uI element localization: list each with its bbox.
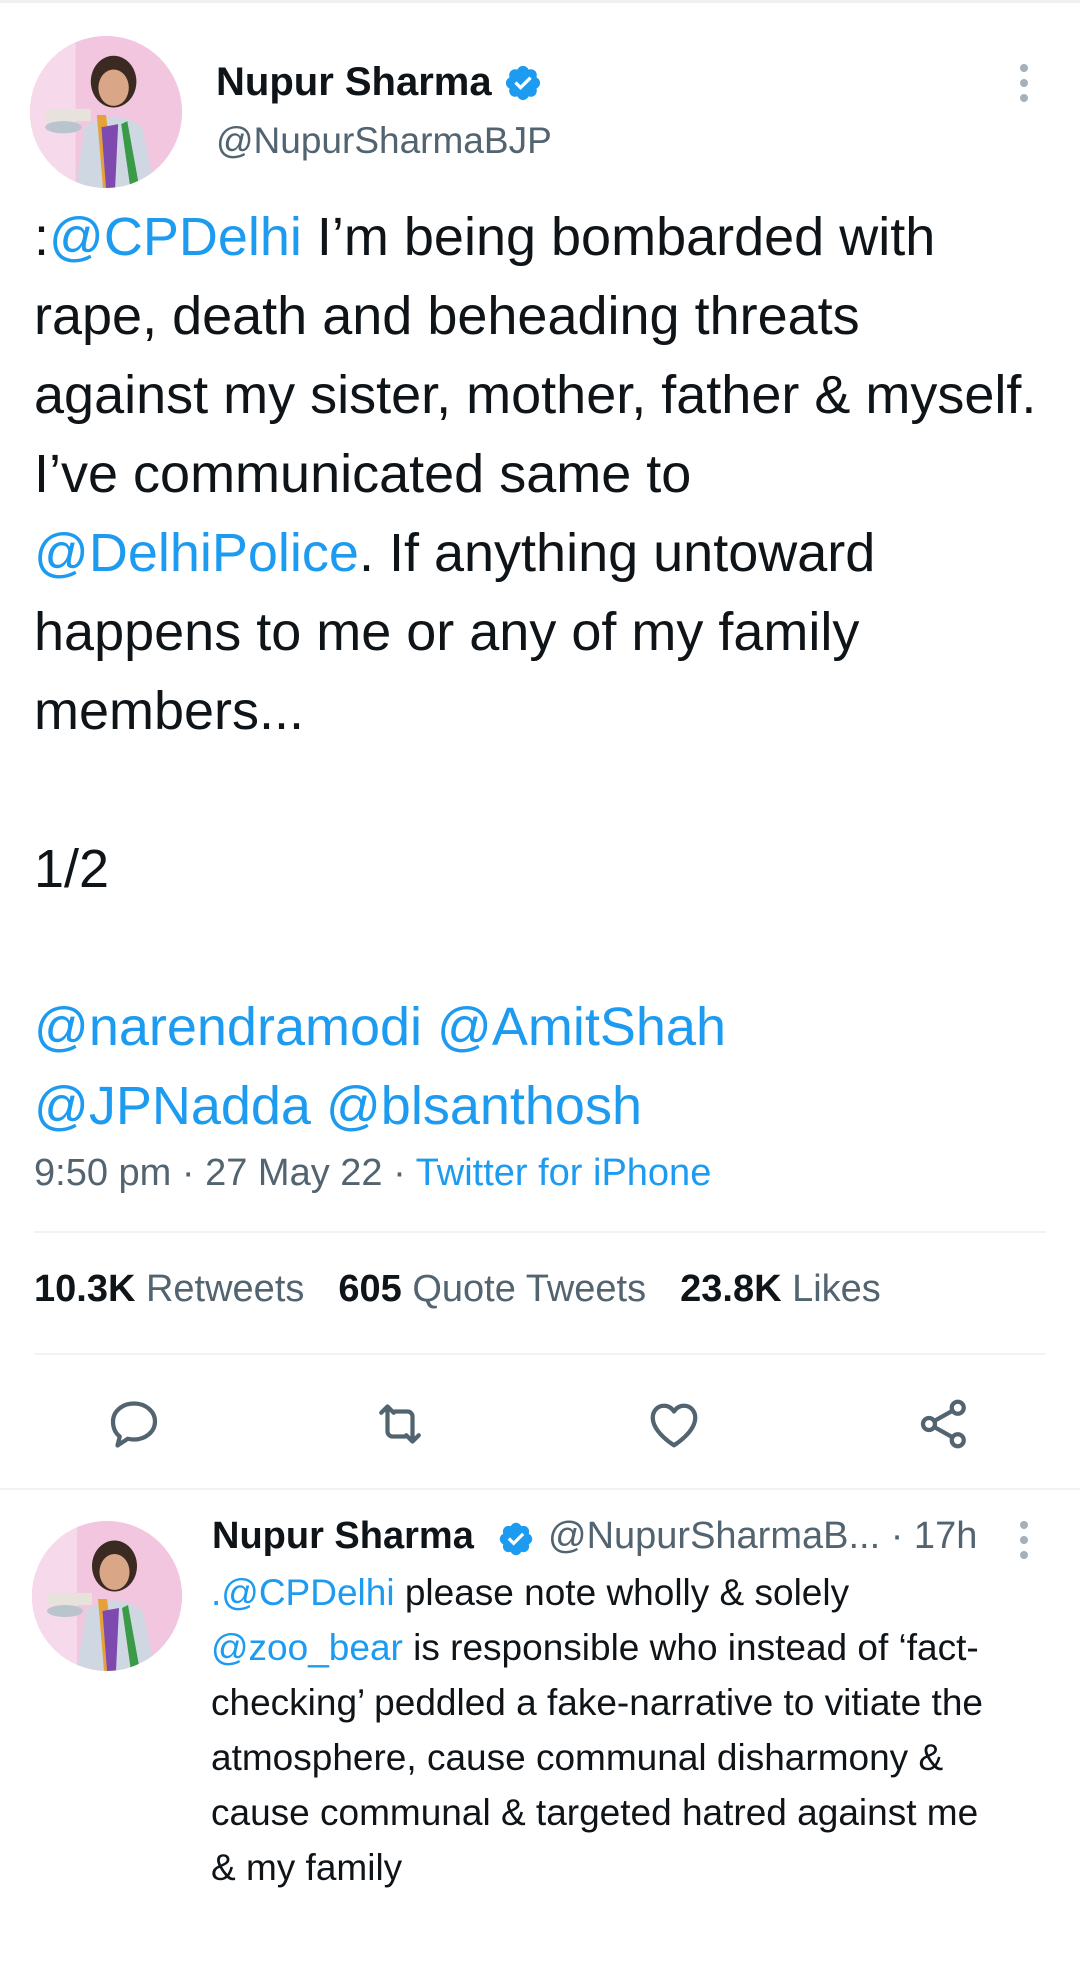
likes-stat[interactable]: 23.8K Likes [680, 1268, 881, 1310]
mention-blsanthosh[interactable]: @blsanthosh [326, 1076, 642, 1136]
author-handle[interactable]: @NupurSharmaBJP [216, 120, 552, 162]
tweet-text: :@CPDelhi I’m being bombarded with rape,… [34, 198, 1044, 1146]
mention-zoo-bear[interactable]: @zoo_bear [211, 1627, 403, 1668]
tweet-source[interactable]: Twitter for iPhone [416, 1152, 712, 1194]
author-avatar[interactable] [30, 36, 182, 188]
share-icon[interactable] [914, 1394, 974, 1454]
divider [34, 1231, 1046, 1233]
quote-tweets-stat[interactable]: 605 Quote Tweets [338, 1268, 646, 1310]
reply-text: .@CPDelhi please note wholly & solely @z… [211, 1565, 1011, 1895]
tweet-meta: 9:50 pm · 27 May 22 · Twitter for iPhone [34, 1152, 711, 1195]
thread-counter: 1/2 [34, 839, 110, 899]
reply-more-options-icon[interactable] [1018, 1521, 1030, 1566]
reply-text-part1: please note wholly & solely [394, 1572, 850, 1613]
more-options-icon[interactable] [1018, 64, 1030, 109]
meta-separator: · [382, 1152, 416, 1194]
mention-cpdelhi[interactable]: .@CPDelhi [211, 1572, 395, 1613]
reply-handle-text[interactable]: @NupurSharmaB... [548, 1515, 880, 1557]
tweet-stats: 10.3K Retweets 605 Quote Tweets 23.8K Like… [34, 1268, 881, 1311]
verified-badge-icon [497, 1520, 535, 1558]
reply-icon[interactable] [104, 1394, 164, 1454]
meta-separator: · [171, 1152, 206, 1194]
mention-cpdelhi[interactable]: @CPDelhi [49, 207, 302, 267]
reply-author-avatar[interactable] [32, 1521, 182, 1671]
divider [34, 1353, 1046, 1355]
tweet-time[interactable]: 9:50 pm [34, 1152, 171, 1194]
mention-delhipolice[interactable]: @DelhiPolice [34, 523, 359, 583]
retweet-icon[interactable] [370, 1394, 430, 1454]
like-icon[interactable] [644, 1394, 704, 1454]
reply-author-name[interactable]: Nupur Sharma [212, 1515, 474, 1558]
top-divider [0, 0, 1080, 3]
verified-badge-icon [503, 63, 543, 103]
tweet-date[interactable]: 27 May 22 [205, 1152, 382, 1194]
reply-author-handle: @NupurSharmaB... · 17h [548, 1515, 977, 1558]
divider [0, 1488, 1080, 1490]
text-prefix: : [34, 207, 50, 267]
mention-amitshah[interactable]: @AmitShah [437, 997, 726, 1057]
mention-jpnadda[interactable]: @JPNadda [34, 1076, 311, 1136]
retweets-stat[interactable]: 10.3K Retweets [34, 1268, 304, 1310]
mention-narendramodi[interactable]: @narendramodi [34, 997, 422, 1057]
reply-time[interactable]: · 17h [891, 1515, 978, 1557]
author-name[interactable]: Nupur Sharma [216, 60, 492, 105]
